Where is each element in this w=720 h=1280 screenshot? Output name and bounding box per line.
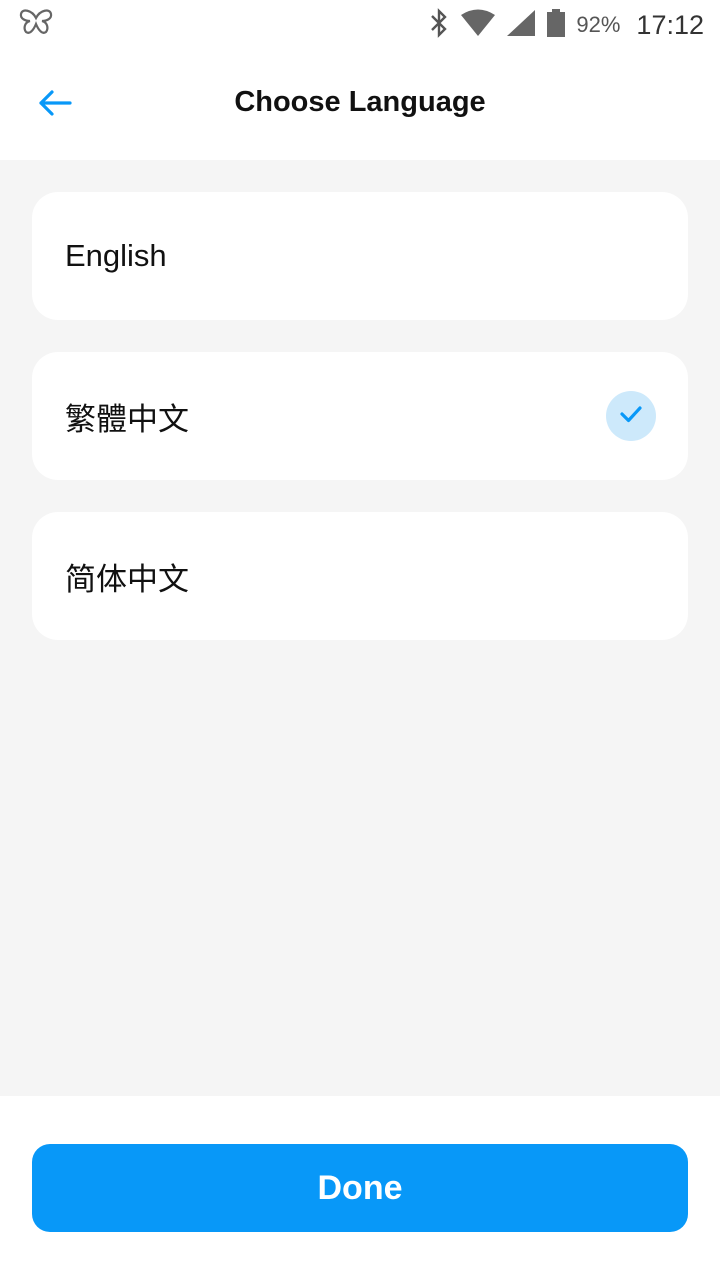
language-label: English	[65, 238, 167, 273]
language-item-english[interactable]: English	[32, 192, 688, 320]
butterfly-icon	[18, 8, 54, 43]
status-bar: 92% 17:12	[0, 0, 720, 50]
language-list: English 繁體中文 简体中文	[32, 192, 688, 672]
done-button[interactable]: Done	[32, 1144, 688, 1232]
content-area: English 繁體中文 简体中文	[0, 160, 720, 1096]
language-label: 简体中文	[65, 561, 189, 597]
signal-icon	[506, 9, 536, 42]
clock: 17:12	[636, 9, 704, 40]
wifi-icon	[460, 9, 496, 42]
language-item-traditional-chinese[interactable]: 繁體中文	[32, 352, 688, 480]
checkmark-icon	[619, 404, 643, 429]
footer: Done	[0, 1096, 720, 1280]
page-title: Choose Language	[234, 86, 486, 118]
battery-icon	[546, 8, 566, 43]
battery-percent: 92%	[576, 12, 621, 37]
header: Choose Language	[0, 50, 720, 160]
language-item-simplified-chinese[interactable]: 简体中文	[32, 512, 688, 640]
bluetooth-icon	[428, 7, 450, 43]
selected-badge	[606, 391, 656, 441]
language-label: 繁體中文	[65, 401, 189, 437]
